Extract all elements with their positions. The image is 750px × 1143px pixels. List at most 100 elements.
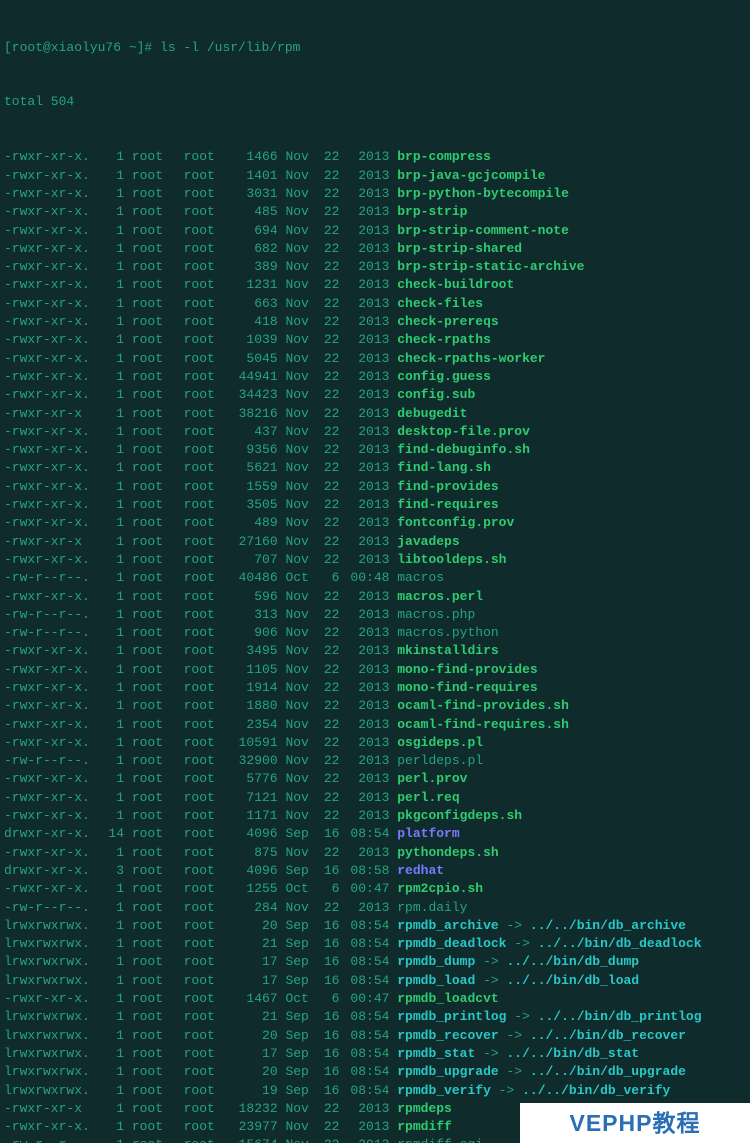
- month: Sep: [285, 935, 317, 953]
- size: 20: [228, 1027, 278, 1045]
- group: root: [184, 734, 228, 752]
- time-or-year: 2013: [339, 1100, 389, 1118]
- owner: root: [132, 1082, 176, 1100]
- day: 22: [317, 295, 339, 313]
- owner: root: [132, 350, 176, 368]
- list-item: lrwxrwxrwx.1 root root19 Sep1608:54 rpmd…: [4, 1082, 746, 1100]
- group: root: [184, 825, 228, 843]
- size: 34423: [228, 386, 278, 404]
- group: root: [184, 1136, 228, 1143]
- link-count: 1: [102, 917, 124, 935]
- list-item: -rwxr-xr-x.1 root root9356 Nov222013 fin…: [4, 441, 746, 459]
- file-name: mono-find-requires: [397, 679, 537, 697]
- group: root: [184, 972, 228, 990]
- permissions: -rw-r--r--.: [4, 899, 102, 917]
- owner: root: [132, 624, 176, 642]
- symlink-target: ../../bin/db_verify: [522, 1082, 670, 1100]
- file-name: rpmdiff: [397, 1118, 452, 1136]
- day: 16: [317, 1008, 339, 1026]
- permissions: -rwxr-xr-x.: [4, 185, 102, 203]
- size: 44941: [228, 368, 278, 386]
- day: 22: [317, 716, 339, 734]
- group: root: [184, 770, 228, 788]
- month: Nov: [285, 313, 317, 331]
- list-item: -rwxr-xr-x.1 root root1105 Nov222013 mon…: [4, 661, 746, 679]
- time-or-year: 08:54: [339, 1082, 389, 1100]
- group: root: [184, 697, 228, 715]
- group: root: [184, 1063, 228, 1081]
- list-item: -rwxr-xr-x.1 root root707 Nov222013 libt…: [4, 551, 746, 569]
- day: 16: [317, 935, 339, 953]
- list-item: -rwxr-xr-x.1 root root663 Nov222013 chec…: [4, 295, 746, 313]
- month: Nov: [285, 551, 317, 569]
- size: 20: [228, 917, 278, 935]
- list-item: -rwxr-xr-x.1 root root1401 Nov222013 brp…: [4, 167, 746, 185]
- symlink-target: ../../bin/db_dump: [506, 953, 639, 971]
- permissions: -rwxr-xr-x.: [4, 240, 102, 258]
- permissions: -rw-r--r--.: [4, 624, 102, 642]
- list-item: -rw-r--r--.1 root root40486 Oct600:48 ma…: [4, 569, 746, 587]
- month: Sep: [285, 1082, 317, 1100]
- day: 22: [317, 752, 339, 770]
- group: root: [184, 240, 228, 258]
- permissions: -rwxr-xr-x.: [4, 295, 102, 313]
- owner: root: [132, 405, 176, 423]
- file-name: check-files: [397, 295, 483, 313]
- permissions: -rwxr-xr-x.: [4, 789, 102, 807]
- list-item: lrwxrwxrwx.1 root root20 Sep1608:54 rpmd…: [4, 917, 746, 935]
- link-count: 14: [102, 825, 124, 843]
- size: 906: [228, 624, 278, 642]
- group: root: [184, 331, 228, 349]
- owner: root: [132, 807, 176, 825]
- group: root: [184, 990, 228, 1008]
- size: 9356: [228, 441, 278, 459]
- file-name: pkgconfigdeps.sh: [397, 807, 522, 825]
- month: Nov: [285, 807, 317, 825]
- time-or-year: 2013: [339, 441, 389, 459]
- file-name: rpmdb_printlog: [397, 1008, 506, 1026]
- owner: root: [132, 588, 176, 606]
- size: 4096: [228, 862, 278, 880]
- link-count: 1: [102, 514, 124, 532]
- owner: root: [132, 953, 176, 971]
- list-item: -rwxr-xr-x.1 root root3031 Nov222013 brp…: [4, 185, 746, 203]
- owner: root: [132, 752, 176, 770]
- group: root: [184, 1118, 228, 1136]
- total-line: total 504: [4, 93, 746, 111]
- file-name: macros.python: [397, 624, 498, 642]
- file-name: macros: [397, 569, 444, 587]
- file-name: rpmdb_verify: [397, 1082, 491, 1100]
- owner: root: [132, 551, 176, 569]
- day: 22: [317, 368, 339, 386]
- list-item: -rwxr-xr-x.1 root root34423 Nov222013 co…: [4, 386, 746, 404]
- size: 1105: [228, 661, 278, 679]
- list-item: drwxr-xr-x.14 root root4096 Sep1608:54 p…: [4, 825, 746, 843]
- time-or-year: 08:54: [339, 825, 389, 843]
- permissions: -rwxr-xr-x.: [4, 588, 102, 606]
- permissions: -rwxr-xr-x.: [4, 222, 102, 240]
- permissions: -rwxr-xr-x.: [4, 807, 102, 825]
- day: 22: [317, 459, 339, 477]
- day: 22: [317, 551, 339, 569]
- owner: root: [132, 770, 176, 788]
- symlink-arrow-icon: ->: [506, 1009, 537, 1024]
- group: root: [184, 569, 228, 587]
- file-name: config.guess: [397, 368, 491, 386]
- terminal-output[interactable]: [root@xiaolyu76 ~]# ls -l /usr/lib/rpm t…: [0, 0, 750, 1143]
- list-item: lrwxrwxrwx.1 root root17 Sep1608:54 rpmd…: [4, 972, 746, 990]
- time-or-year: 2013: [339, 313, 389, 331]
- time-or-year: 2013: [339, 807, 389, 825]
- size: 682: [228, 240, 278, 258]
- file-name: macros.perl: [397, 588, 483, 606]
- time-or-year: 2013: [339, 697, 389, 715]
- list-item: -rwxr-xr-x.1 root root682 Nov222013 brp-…: [4, 240, 746, 258]
- day: 22: [317, 789, 339, 807]
- day: 22: [317, 405, 339, 423]
- permissions: -rwxr-xr-x: [4, 533, 102, 551]
- list-item: -rwxr-xr-x.1 root root1255 Oct600:47 rpm…: [4, 880, 746, 898]
- owner: root: [132, 222, 176, 240]
- permissions: -rwxr-xr-x.: [4, 368, 102, 386]
- month: Nov: [285, 276, 317, 294]
- size: 3495: [228, 642, 278, 660]
- month: Nov: [285, 423, 317, 441]
